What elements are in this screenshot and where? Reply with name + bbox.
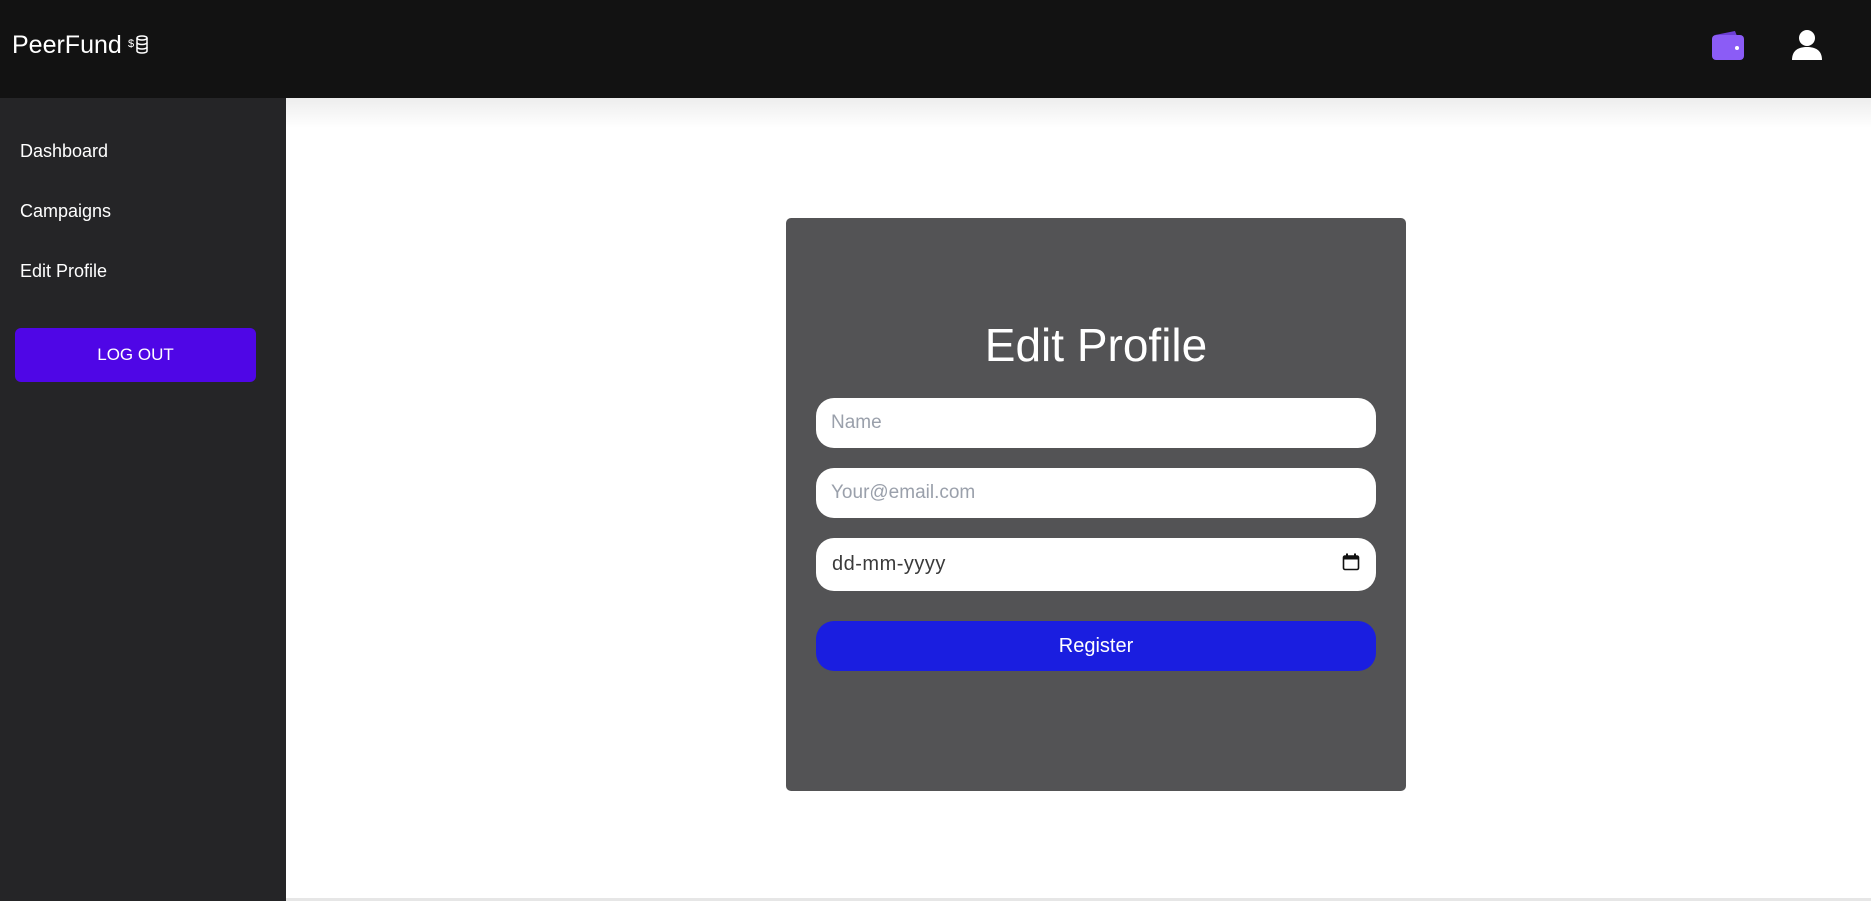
logout-button[interactable]: LOG OUT — [15, 328, 256, 382]
calendar-icon[interactable] — [1342, 553, 1360, 576]
email-input[interactable] — [816, 468, 1376, 518]
content-top-shadow — [286, 98, 1871, 128]
form-title: Edit Profile — [984, 319, 1208, 371]
sidebar-item-dashboard[interactable]: Dashboard — [0, 136, 286, 196]
user-icon[interactable] — [1791, 29, 1823, 61]
sidebar-item-campaigns[interactable]: Campaigns — [0, 196, 286, 256]
sidebar-item-edit-profile[interactable]: Edit Profile — [0, 256, 286, 316]
wallet-icon[interactable] — [1711, 29, 1745, 61]
brand-logo[interactable]: PeerFund $ — [12, 31, 150, 60]
coin-stack-icon: $ — [128, 34, 150, 56]
svg-text:$: $ — [128, 38, 134, 50]
sidebar: Dashboard Campaigns Edit Profile LOG OUT — [0, 98, 286, 901]
top-navbar: PeerFund $ — [0, 0, 1871, 98]
register-button[interactable]: Register — [816, 621, 1376, 671]
name-input[interactable] — [816, 398, 1376, 448]
date-of-birth-input[interactable]: dd-mm-yyyy — [816, 538, 1376, 591]
date-placeholder: dd-mm-yyyy — [832, 553, 946, 575]
brand-name: PeerFund — [12, 30, 122, 59]
edit-profile-card: Edit Profile dd-mm-yyyy Register — [786, 218, 1406, 791]
